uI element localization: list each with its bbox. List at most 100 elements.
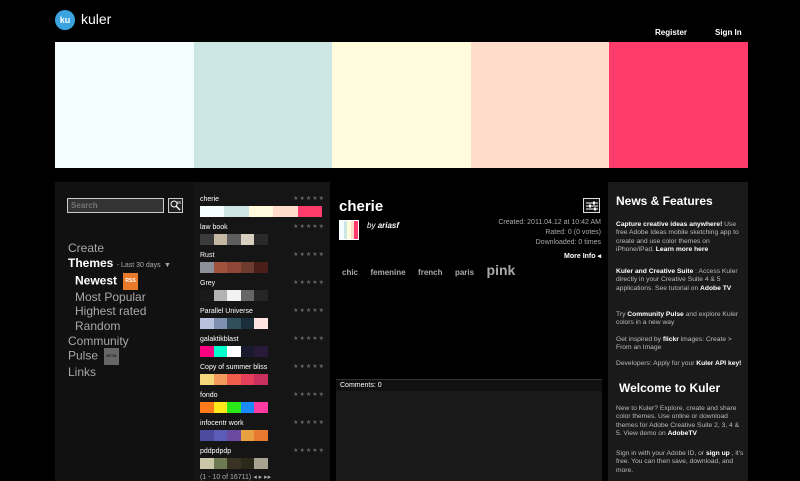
pager-text: (1 - 10 of 16711) bbox=[200, 474, 252, 481]
welcome-heading: Welcome to Kuler bbox=[619, 381, 721, 395]
flickr-link[interactable]: flickr bbox=[663, 336, 679, 343]
tag-paris[interactable]: paris bbox=[455, 268, 474, 277]
color-swatch bbox=[227, 374, 241, 385]
theme-swatches[interactable] bbox=[200, 206, 323, 217]
rating-stars-icon[interactable]: ★★★★★ bbox=[293, 419, 325, 426]
color-swatch bbox=[213, 458, 228, 469]
rating-stars-icon[interactable]: ★★★★★ bbox=[293, 251, 325, 258]
theme-detail: cherie by ariasf Created: 2011.04.12 at … bbox=[330, 182, 608, 481]
app-title[interactable]: kuler bbox=[81, 11, 111, 27]
menu-most-popular[interactable]: Most Popular bbox=[68, 290, 171, 305]
theme-swatches[interactable] bbox=[200, 290, 268, 301]
kuler-logo-icon[interactable]: ku bbox=[55, 10, 75, 30]
learn-more-link[interactable]: Learn more here bbox=[656, 246, 708, 253]
color-swatch bbox=[227, 458, 241, 469]
color-swatch bbox=[227, 262, 241, 273]
theme-swatches[interactable] bbox=[200, 430, 268, 441]
tag-french[interactable]: french bbox=[418, 268, 442, 277]
adobe-tv-link[interactable]: Adobe TV bbox=[700, 285, 731, 292]
theme-swatches[interactable] bbox=[200, 402, 268, 413]
api-key-link[interactable]: Kuler API key! bbox=[696, 360, 741, 367]
theme-list-item[interactable]: law book ★★★★★ bbox=[200, 223, 325, 245]
color-swatch bbox=[240, 402, 255, 413]
color-swatch bbox=[227, 290, 241, 301]
rating-stars-icon[interactable]: ★★★★★ bbox=[293, 447, 325, 454]
advanced-search-button[interactable] bbox=[168, 198, 183, 213]
color-swatch bbox=[224, 206, 249, 217]
theme-list-item[interactable]: Rust ★★★★★ bbox=[200, 251, 325, 273]
color-swatch bbox=[240, 234, 255, 245]
menu-links[interactable]: Links bbox=[68, 365, 171, 380]
menu-random[interactable]: Random bbox=[68, 319, 171, 334]
theme-list-item[interactable]: infocentr work ★★★★★ bbox=[200, 419, 325, 441]
rating-stars-icon[interactable]: ★★★★★ bbox=[293, 195, 325, 202]
rating-stars-icon[interactable]: ★★★★★ bbox=[293, 391, 325, 398]
register-link[interactable]: Register bbox=[655, 28, 687, 37]
main-menu: Create Themes - Last 30 days ▼ Newest RS… bbox=[68, 241, 171, 379]
menu-community[interactable]: Community bbox=[68, 334, 171, 349]
color-swatch bbox=[213, 318, 228, 329]
themes-period: - Last 30 days bbox=[116, 261, 161, 269]
hero-swatch-5[interactable] bbox=[609, 42, 748, 168]
hero-swatch-2[interactable] bbox=[193, 42, 333, 168]
rating-stars-icon[interactable]: ★★★★★ bbox=[293, 363, 325, 370]
theme-list-item[interactable]: galaktikblast ★★★★★ bbox=[200, 335, 325, 357]
menu-highest-rated[interactable]: Highest rated bbox=[68, 304, 171, 319]
theme-swatches[interactable] bbox=[200, 262, 268, 273]
sign-up-link[interactable]: sign up bbox=[706, 450, 730, 457]
theme-list-item[interactable]: fondo ★★★★★ bbox=[200, 391, 325, 413]
by-prefix: by bbox=[367, 221, 376, 230]
pager[interactable]: (1 - 10 of 16711) ◂ ▸ ▸▸ bbox=[200, 473, 271, 481]
menu-newest[interactable]: Newest RSS bbox=[68, 273, 171, 290]
color-swatch bbox=[254, 402, 268, 413]
color-swatch bbox=[254, 430, 268, 441]
theme-thumbnail[interactable] bbox=[339, 220, 359, 240]
color-swatch bbox=[240, 346, 255, 357]
menu-themes[interactable]: Themes - Last 30 days ▼ bbox=[68, 256, 171, 274]
theme-list-item[interactable]: pddpdpdp ★★★★★ bbox=[200, 447, 325, 469]
adobetv-link[interactable]: AdobeTV bbox=[668, 430, 697, 437]
color-swatch bbox=[227, 318, 241, 329]
theme-swatches[interactable] bbox=[200, 458, 268, 469]
options-button[interactable] bbox=[583, 198, 600, 213]
rss-badge[interactable]: RSS bbox=[123, 273, 138, 290]
hero-swatch-4[interactable] bbox=[470, 42, 610, 168]
search-input[interactable] bbox=[67, 198, 164, 213]
theme-swatches[interactable] bbox=[200, 374, 268, 385]
created-date: Created: 2011.04.12 at 10:42 AM bbox=[498, 219, 601, 226]
sign-in-link[interactable]: Sign In bbox=[715, 28, 742, 37]
rating-stars-icon[interactable]: ★★★★★ bbox=[293, 335, 325, 342]
color-swatch bbox=[248, 206, 274, 217]
theme-swatches[interactable] bbox=[200, 318, 268, 329]
menu-pulse[interactable]: Pulse BETA bbox=[68, 348, 171, 365]
beta-badge: BETA bbox=[104, 348, 119, 365]
author-link[interactable]: ariasf bbox=[378, 221, 399, 230]
theme-list-item[interactable]: Grey ★★★★★ bbox=[200, 279, 325, 301]
welcome-text: New to Kuler? Explore, create and share … bbox=[616, 405, 744, 438]
theme-list-item[interactable]: cherie ★★★★★ bbox=[200, 195, 325, 217]
theme-list-item[interactable]: Copy of summer bliss ★★★★★ bbox=[200, 363, 325, 385]
last-arrow-icon[interactable]: ▸▸ bbox=[264, 474, 271, 481]
menu-pulse-label: Pulse bbox=[68, 348, 99, 363]
menu-create[interactable]: Create bbox=[68, 241, 171, 256]
color-swatch bbox=[213, 374, 228, 385]
more-info-link[interactable]: More Info ◂ bbox=[564, 252, 601, 260]
news-api-pre: Developers: Apply for your bbox=[616, 360, 695, 367]
chevron-down-icon[interactable]: ▼ bbox=[164, 262, 171, 269]
color-swatch bbox=[213, 430, 228, 441]
sliders-icon bbox=[585, 201, 598, 210]
theme-swatches[interactable] bbox=[200, 234, 268, 245]
tag-femenine[interactable]: femenine bbox=[370, 268, 405, 277]
hero-swatch-3[interactable] bbox=[332, 42, 471, 168]
rating-stars-icon[interactable]: ★★★★★ bbox=[293, 279, 325, 286]
rating-stars-icon[interactable]: ★★★★★ bbox=[293, 307, 325, 314]
hero-swatch-1[interactable] bbox=[55, 42, 194, 168]
community-pulse-link[interactable]: Community Pulse bbox=[627, 311, 683, 318]
theme-swatches[interactable] bbox=[200, 346, 268, 357]
tag-pink[interactable]: pink bbox=[487, 262, 516, 278]
theme-author: by ariasf bbox=[367, 221, 399, 230]
tag-chic[interactable]: chic bbox=[342, 268, 358, 277]
rating-stars-icon[interactable]: ★★★★★ bbox=[293, 223, 325, 230]
news-item-cs: Kuler and Creative Suite : Access Kuler … bbox=[616, 268, 744, 293]
theme-list-item[interactable]: Parallel Universe ★★★★★ bbox=[200, 307, 325, 329]
